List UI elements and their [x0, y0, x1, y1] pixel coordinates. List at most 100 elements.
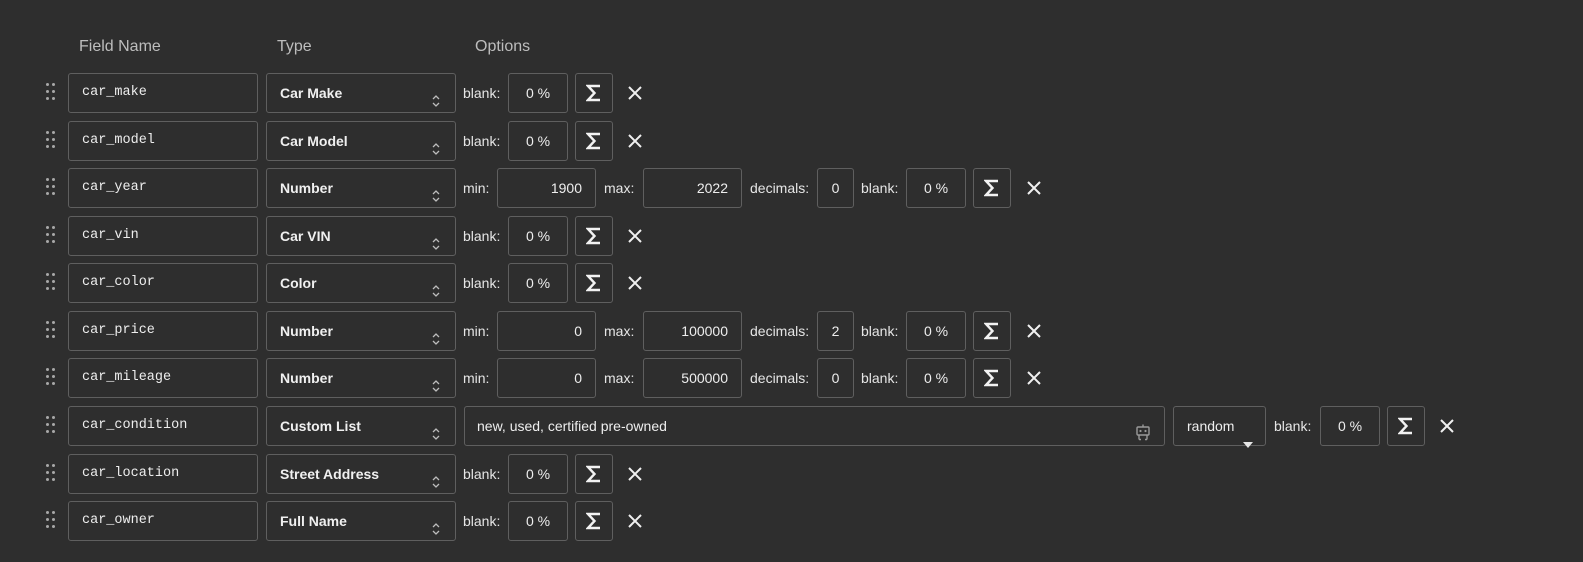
sigma-icon[interactable] — [575, 263, 613, 303]
header-field-name: Field Name — [79, 38, 161, 55]
close-icon[interactable] — [1025, 179, 1043, 197]
blank-percent-input[interactable]: 0 % — [508, 73, 568, 113]
custom-list-values: new, used, certified pre-owned — [477, 418, 667, 434]
drag-handle-icon[interactable] — [46, 178, 56, 198]
field-name-input[interactable]: car_condition — [68, 406, 258, 446]
max-input[interactable]: 2022 — [643, 168, 742, 208]
mode-select[interactable]: random — [1173, 406, 1266, 448]
field-name-input[interactable]: car_owner — [68, 501, 258, 541]
type-select[interactable]: Number — [266, 168, 456, 208]
field-name-input[interactable]: car_color — [68, 263, 258, 303]
blank-percent-input[interactable]: 0 % — [508, 263, 568, 303]
type-select[interactable]: Number — [266, 358, 456, 398]
type-select-value: Custom List — [280, 418, 361, 434]
drag-handle-icon[interactable] — [46, 131, 56, 151]
field-name-input[interactable]: car_make — [68, 73, 258, 113]
updown-chevron-icon — [431, 85, 441, 107]
sigma-icon[interactable] — [575, 454, 613, 494]
drag-handle-icon[interactable] — [46, 511, 56, 531]
type-select[interactable]: Full Name — [266, 501, 456, 541]
close-icon[interactable] — [1438, 417, 1456, 435]
caret-down-icon — [1243, 424, 1253, 448]
field-name-input[interactable]: car_location — [68, 454, 258, 494]
updown-chevron-icon — [431, 180, 441, 202]
type-select-value: Car VIN — [280, 228, 331, 244]
field-row: car_location Street Address blank: 0 % — [0, 454, 1583, 494]
sigma-icon[interactable] — [575, 501, 613, 541]
drag-handle-icon[interactable] — [46, 416, 56, 436]
blank-percent-input[interactable]: 0 % — [508, 121, 568, 161]
field-name-input[interactable]: car_mileage — [68, 358, 258, 398]
blank-percent-input[interactable]: 0 % — [508, 454, 568, 494]
drag-handle-icon[interactable] — [46, 321, 56, 341]
type-select[interactable]: Color — [266, 263, 456, 303]
type-select-value: Color — [280, 275, 317, 291]
sigma-icon[interactable] — [575, 216, 613, 256]
type-select[interactable]: Custom List — [266, 406, 456, 446]
field-row: car_price Number min: 0 max: 100000 decimals: 2… — [0, 311, 1583, 351]
field-name-input[interactable]: car_vin — [68, 216, 258, 256]
field-row: car_make Car Make blank: 0 % — [0, 73, 1583, 113]
custom-list-input[interactable]: new, used, certified pre-owned — [464, 406, 1165, 446]
sigma-icon[interactable] — [973, 168, 1011, 208]
type-select[interactable]: Street Address — [266, 454, 456, 494]
drag-handle-icon[interactable] — [46, 83, 56, 103]
type-select-value: Street Address — [280, 466, 380, 482]
max-input[interactable]: 500000 — [643, 358, 742, 398]
decimals-label: decimals: — [750, 323, 810, 339]
type-select[interactable]: Car VIN — [266, 216, 456, 256]
close-icon[interactable] — [626, 465, 644, 483]
type-select-value: Car Make — [280, 85, 343, 101]
max-label: max: — [604, 180, 635, 196]
min-label: min: — [463, 323, 490, 339]
updown-chevron-icon — [431, 513, 441, 535]
robot-icon[interactable] — [1134, 417, 1152, 441]
decimals-input[interactable]: 0 — [817, 358, 854, 398]
updown-chevron-icon — [431, 275, 441, 297]
close-icon[interactable] — [1025, 369, 1043, 387]
sigma-icon[interactable] — [575, 73, 613, 113]
blank-percent-input[interactable]: 0 % — [508, 501, 568, 541]
blank-label: blank: — [861, 370, 899, 386]
min-input[interactable]: 1900 — [497, 168, 596, 208]
sigma-icon[interactable] — [973, 358, 1011, 398]
decimals-input[interactable]: 2 — [817, 311, 854, 351]
sigma-icon[interactable] — [575, 121, 613, 161]
type-select[interactable]: Number — [266, 311, 456, 351]
sigma-icon[interactable] — [1387, 406, 1425, 446]
blank-label: blank: — [1274, 418, 1312, 434]
max-label: max: — [604, 370, 635, 386]
close-icon[interactable] — [626, 512, 644, 530]
drag-handle-icon[interactable] — [46, 273, 56, 293]
close-icon[interactable] — [626, 227, 644, 245]
header-options: Options — [475, 38, 531, 55]
close-icon[interactable] — [626, 132, 644, 150]
field-name-input[interactable]: car_model — [68, 121, 258, 161]
sigma-icon[interactable] — [973, 311, 1011, 351]
field-row: car_mileage Number min: 0 max: 500000 decimals… — [0, 358, 1583, 398]
blank-percent-input[interactable]: 0 % — [906, 311, 966, 351]
blank-percent-input[interactable]: 0 % — [1320, 406, 1380, 446]
max-input[interactable]: 100000 — [643, 311, 742, 351]
blank-percent-input[interactable]: 0 % — [906, 358, 966, 398]
type-select[interactable]: Car Make — [266, 73, 456, 113]
drag-handle-icon[interactable] — [46, 226, 56, 246]
blank-label: blank: — [463, 275, 501, 291]
blank-percent-input[interactable]: 0 % — [906, 168, 966, 208]
field-row: car_model Car Model blank: 0 % — [0, 121, 1583, 161]
field-row: car_color Color blank: 0 % — [0, 263, 1583, 303]
close-icon[interactable] — [626, 274, 644, 292]
min-input[interactable]: 0 — [497, 358, 596, 398]
min-input[interactable]: 0 — [497, 311, 596, 351]
field-name-input[interactable]: car_price — [68, 311, 258, 351]
type-select[interactable]: Car Model — [266, 121, 456, 161]
drag-handle-icon[interactable] — [46, 464, 56, 484]
blank-percent-input[interactable]: 0 % — [508, 216, 568, 256]
field-row: car_vin Car VIN blank: 0 % — [0, 216, 1583, 256]
close-icon[interactable] — [626, 84, 644, 102]
field-name-input[interactable]: car_year — [68, 168, 258, 208]
close-icon[interactable] — [1025, 322, 1043, 340]
decimals-input[interactable]: 0 — [817, 168, 854, 208]
blank-label: blank: — [861, 180, 899, 196]
drag-handle-icon[interactable] — [46, 368, 56, 388]
